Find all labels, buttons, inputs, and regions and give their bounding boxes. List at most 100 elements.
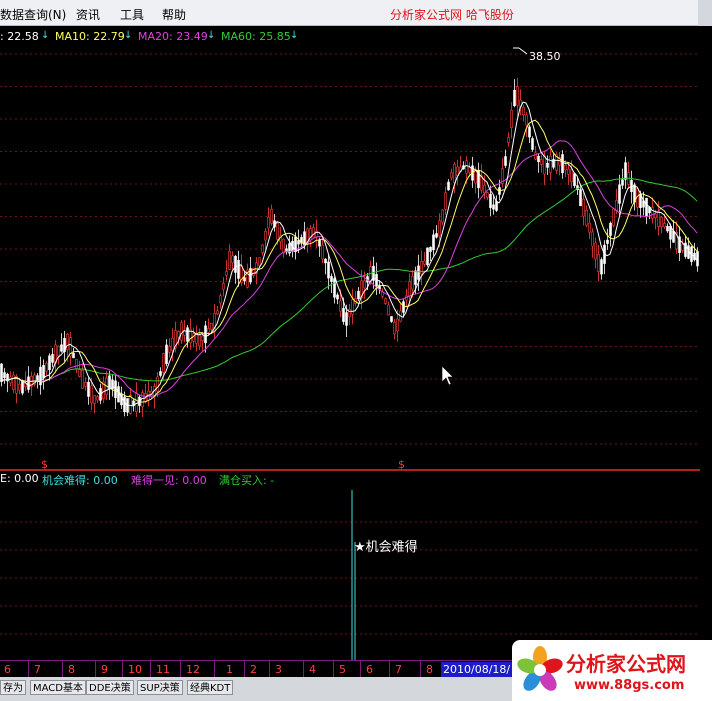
candle-body: [342, 308, 345, 322]
candle-body: [258, 257, 261, 266]
candle-body: [402, 301, 405, 313]
signal-mark: $: [398, 458, 405, 470]
candle-body: [219, 295, 222, 304]
date-tick: 8: [68, 663, 75, 676]
date-tick: 2: [250, 663, 257, 676]
candle-body: [336, 294, 339, 300]
candle-body: [180, 322, 183, 341]
candle-body: [231, 255, 234, 264]
candle-body: [663, 223, 666, 227]
candle-body: [36, 375, 39, 381]
date-tick: 1: [226, 663, 233, 676]
date-tick: 5: [339, 663, 346, 676]
app-title: 分析家公式网 哈飞股份: [390, 8, 514, 22]
logo-text: 分析家公式网: [566, 652, 686, 676]
tab-sup[interactable]: SUP决策: [137, 680, 183, 695]
date-tick: 8: [426, 663, 433, 676]
candle-body: [78, 369, 81, 377]
date-tick: 12: [186, 663, 200, 676]
candle-body: [492, 204, 495, 210]
candle-body: [525, 114, 528, 126]
candle-body: [129, 395, 132, 414]
candle-body: [51, 354, 54, 363]
candle-body: [222, 283, 225, 290]
candle-body: [453, 163, 456, 183]
candle-body: [363, 280, 366, 289]
candle-body: [48, 355, 51, 371]
candle-body: [540, 159, 543, 165]
ma-indicator-row: : 22.58 ↓ MA10: 22.79 ↓ MA20: 23.49 ↓ MA…: [0, 30, 712, 46]
tab-dde[interactable]: DDE决策: [86, 680, 134, 695]
candle-body: [84, 382, 87, 387]
candle-body: [177, 331, 180, 338]
candle-body: [276, 222, 279, 240]
candle-body: [321, 244, 324, 260]
candle-body: [351, 299, 354, 315]
candle-body: [534, 152, 537, 160]
candle-body: [507, 137, 510, 143]
candle-body: [339, 300, 342, 312]
candle-body: [573, 173, 576, 186]
candle-body: [210, 322, 213, 330]
candle-body: [234, 255, 237, 273]
candle-body: [243, 277, 246, 282]
candle-body: [42, 365, 45, 379]
candle-body: [417, 265, 420, 280]
menu-data-query[interactable]: 数据查询(N): [0, 6, 66, 23]
candle-body: [390, 316, 393, 322]
candle-body: [393, 321, 396, 335]
candlestick-chart[interactable]: 38.50 $ $: [0, 46, 712, 470]
peak-price-label: 38.50: [529, 50, 561, 63]
candle-body: [18, 383, 21, 391]
candle-body: [450, 172, 453, 179]
candle-body: [264, 230, 267, 241]
candle-body: [468, 167, 471, 173]
candle-body: [9, 376, 12, 384]
candle-body: [489, 193, 492, 209]
candle-body: [90, 385, 93, 404]
candle-body: [654, 213, 657, 219]
candle-body: [396, 318, 399, 332]
candle-body: [618, 184, 621, 204]
candle-body: [303, 231, 306, 246]
candle-body: [465, 160, 468, 174]
candle-body: [657, 211, 660, 227]
candle-body: [510, 110, 513, 128]
candle-body: [324, 258, 327, 264]
menu-help[interactable]: 帮助: [162, 6, 186, 23]
candle-body: [411, 276, 414, 290]
candle-body: [681, 244, 684, 251]
candle-body: [522, 107, 525, 115]
candle-body: [156, 376, 159, 392]
candle-body: [207, 328, 210, 333]
tab-kdt[interactable]: 经典KDT: [187, 680, 234, 695]
candle-body: [12, 374, 15, 390]
candle-body: [624, 162, 627, 180]
candle-body: [570, 169, 573, 183]
candle-body: [282, 238, 285, 254]
tab-save-as[interactable]: 存为: [0, 680, 26, 695]
ma60-value: MA60: 25.85: [221, 30, 291, 43]
site-logo: 分析家公式网 www.88gs.com: [512, 640, 712, 701]
ma20-down-arrow-icon: ↓: [207, 30, 216, 41]
candle-body: [549, 155, 552, 173]
opportunity-signal-label: ★机会难得: [354, 539, 418, 555]
candle-body: [564, 165, 567, 171]
tab-macd[interactable]: MACD基本: [30, 680, 86, 695]
candle-body: [198, 334, 201, 347]
mouse-cursor-icon: [441, 365, 454, 386]
candle-body: [441, 209, 444, 223]
candle-body: [486, 192, 489, 198]
menu-news[interactable]: 资讯: [76, 6, 100, 23]
candle-body: [645, 197, 648, 217]
indicator-subchart[interactable]: ★机会难得: [0, 470, 712, 660]
menu-tools[interactable]: 工具: [120, 6, 144, 23]
candle-body: [225, 271, 228, 276]
candle-body: [60, 344, 63, 352]
candle-body: [609, 222, 612, 236]
candle-body: [186, 327, 189, 342]
candle-body: [660, 216, 663, 228]
candle-body: [135, 392, 138, 412]
date-tick: 4: [309, 663, 316, 676]
candle-body: [72, 353, 75, 359]
